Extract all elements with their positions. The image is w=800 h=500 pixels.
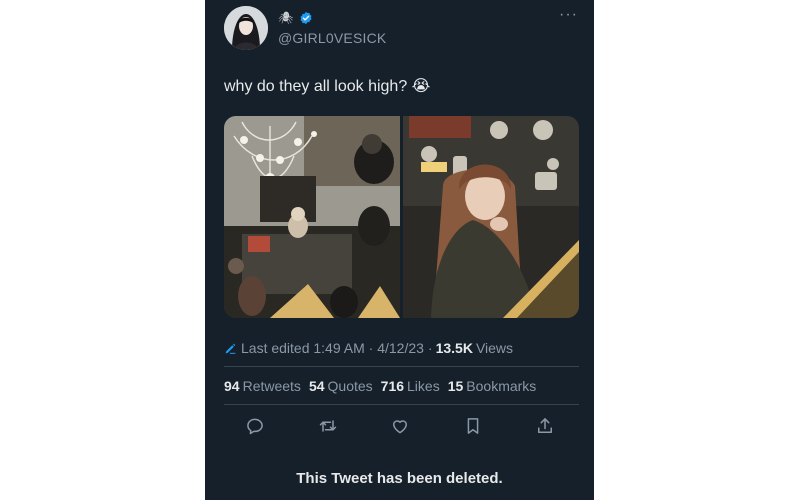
bookmarks-label: Bookmarks <box>466 378 537 394</box>
quotes-stat[interactable]: 54 Quotes <box>309 378 373 394</box>
tweet-text: why do they all look high? 😭 <box>224 78 431 95</box>
media-photo-left[interactable] <box>224 116 400 318</box>
retweet-icon[interactable] <box>318 416 338 436</box>
avatar[interactable] <box>224 6 268 50</box>
tweet-screenshot: 🕷 @GIRL0VESICK ··· why do they all look … <box>205 0 594 500</box>
views-separator: · <box>427 340 433 356</box>
verified-badge-icon <box>300 11 312 25</box>
reply-icon[interactable] <box>245 416 265 436</box>
action-bar <box>245 416 555 436</box>
more-options-icon[interactable]: ··· <box>559 6 578 24</box>
retweets-label: Retweets <box>242 378 301 394</box>
likes-count: 716 <box>380 378 405 394</box>
media-photo-right[interactable] <box>403 116 579 318</box>
like-icon[interactable] <box>390 416 410 436</box>
share-icon[interactable] <box>535 416 555 436</box>
deleted-notice: This Tweet has been deleted. <box>296 470 503 487</box>
tweet-meta: Last edited 1:49 AM · 4/12/23 · 13.5K Vi… <box>224 340 513 356</box>
edit-pencil-icon <box>225 343 236 354</box>
divider <box>224 366 579 367</box>
bookmarks-stat[interactable]: 15 Bookmarks <box>448 378 537 394</box>
bookmark-icon[interactable] <box>463 416 483 436</box>
divider <box>224 404 579 405</box>
views-count: 13.5K <box>435 340 473 356</box>
quotes-count: 54 <box>308 378 325 394</box>
user-handle[interactable]: @GIRL0VESICK <box>278 30 386 46</box>
likes-label: Likes <box>407 378 440 394</box>
engagement-stats: 94 Retweets 54 Quotes 716 Likes 15 Bookmarks <box>224 378 536 394</box>
retweets-count: 94 <box>224 378 240 394</box>
views-label: Views <box>475 340 514 356</box>
retweets-stat[interactable]: 94 Retweets <box>224 378 301 394</box>
likes-stat[interactable]: 716 Likes <box>381 378 440 394</box>
tweet-media[interactable] <box>224 116 579 318</box>
quotes-label: Quotes <box>327 378 373 394</box>
bookmarks-count: 15 <box>447 378 464 394</box>
edited-timestamp[interactable]: Last edited 1:49 AM · 4/12/23 <box>241 340 424 356</box>
display-name[interactable]: 🕷 <box>278 10 313 26</box>
spider-emoji: 🕷 <box>278 11 294 25</box>
